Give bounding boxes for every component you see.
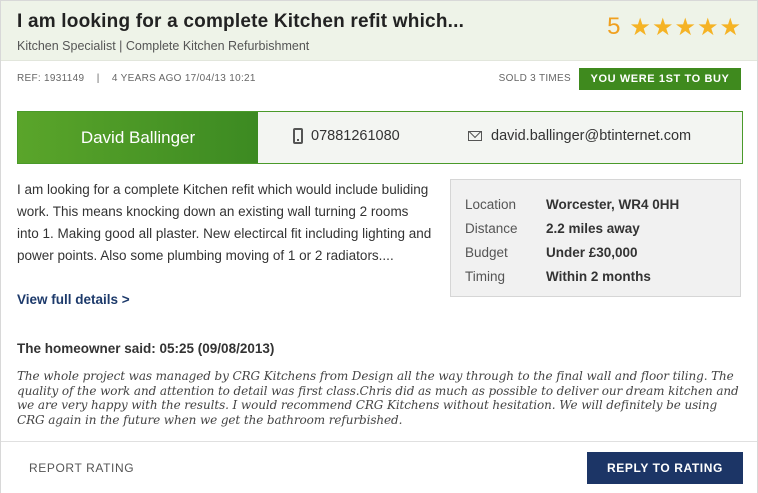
contact-phone[interactable]: 07881261080 xyxy=(293,128,400,144)
contact-name: David Ballinger xyxy=(18,112,258,163)
lead-meta: REF: 1931149 | 4 YEARS AGO 17/04/13 10:2… xyxy=(17,73,256,84)
email-address[interactable]: david.ballinger@btinternet.com xyxy=(491,128,691,144)
rating: 5 ★ ★ ★ ★ ★ xyxy=(607,13,741,41)
star-icon: ★ xyxy=(696,13,719,41)
reply-to-rating-button[interactable]: REPLY TO RATING xyxy=(587,452,743,484)
review-heading: The homeowner said: 05:25 (09/08/2013) xyxy=(17,341,275,356)
card-footer: REPORT RATING REPLY TO RATING xyxy=(1,441,757,493)
star-icon: ★ xyxy=(674,13,696,41)
star-rating: ★ ★ ★ ★ ★ xyxy=(628,15,741,39)
detail-label: Location xyxy=(465,196,517,212)
phone-icon xyxy=(293,128,303,144)
star-icon: ★ xyxy=(719,13,741,41)
lead-card: I am looking for a complete Kitchen refi… xyxy=(0,0,758,493)
report-rating-button[interactable]: REPORT RATING xyxy=(29,461,134,475)
detail-row-timing: Timing Within 2 months xyxy=(465,264,726,288)
detail-row-location: Location Worcester, WR4 0HH xyxy=(465,192,726,216)
contact-email[interactable]: david.ballinger@btinternet.com xyxy=(468,128,691,144)
lead-details-box: Location Worcester, WR4 0HH Distance 2.2… xyxy=(450,179,741,297)
view-full-details-link[interactable]: View full details > xyxy=(17,292,130,307)
review-text: The whole project was managed by CRG Kit… xyxy=(17,369,739,427)
detail-row-budget: Budget Under £30,000 xyxy=(465,240,726,264)
sold-count: SOLD 3 TIMES xyxy=(498,73,571,84)
envelope-icon xyxy=(468,131,482,141)
detail-value: Worcester, WR4 0HH xyxy=(546,196,680,212)
detail-label: Timing xyxy=(465,268,506,284)
meta-separator: | xyxy=(96,73,100,84)
detail-label: Budget xyxy=(465,244,508,260)
lead-description: I am looking for a complete Kitchen refi… xyxy=(17,182,432,263)
lead-category: Kitchen Specialist | Complete Kitchen Re… xyxy=(17,39,310,53)
lead-title[interactable]: I am looking for a complete Kitchen refi… xyxy=(17,11,464,33)
card-header: I am looking for a complete Kitchen refi… xyxy=(1,1,757,61)
first-buyer-badge: YOU WERE 1ST TO BUY xyxy=(579,68,741,90)
star-icon: ★ xyxy=(651,13,674,41)
lead-age: 4 YEARS AGO 17/04/13 10:21 xyxy=(111,73,256,84)
detail-value: Within 2 months xyxy=(546,268,651,284)
rating-value: 5 xyxy=(607,13,621,40)
detail-value: 2.2 miles away xyxy=(546,220,640,236)
contact-bar: David Ballinger 07881261080 david.ballin… xyxy=(17,111,743,164)
detail-label: Distance xyxy=(465,220,518,236)
reference-number: REF: 1931149 xyxy=(17,73,85,84)
detail-value: Under £30,000 xyxy=(546,244,638,260)
detail-row-distance: Distance 2.2 miles away xyxy=(465,216,726,240)
star-icon: ★ xyxy=(629,13,651,41)
phone-number[interactable]: 07881261080 xyxy=(311,128,400,144)
